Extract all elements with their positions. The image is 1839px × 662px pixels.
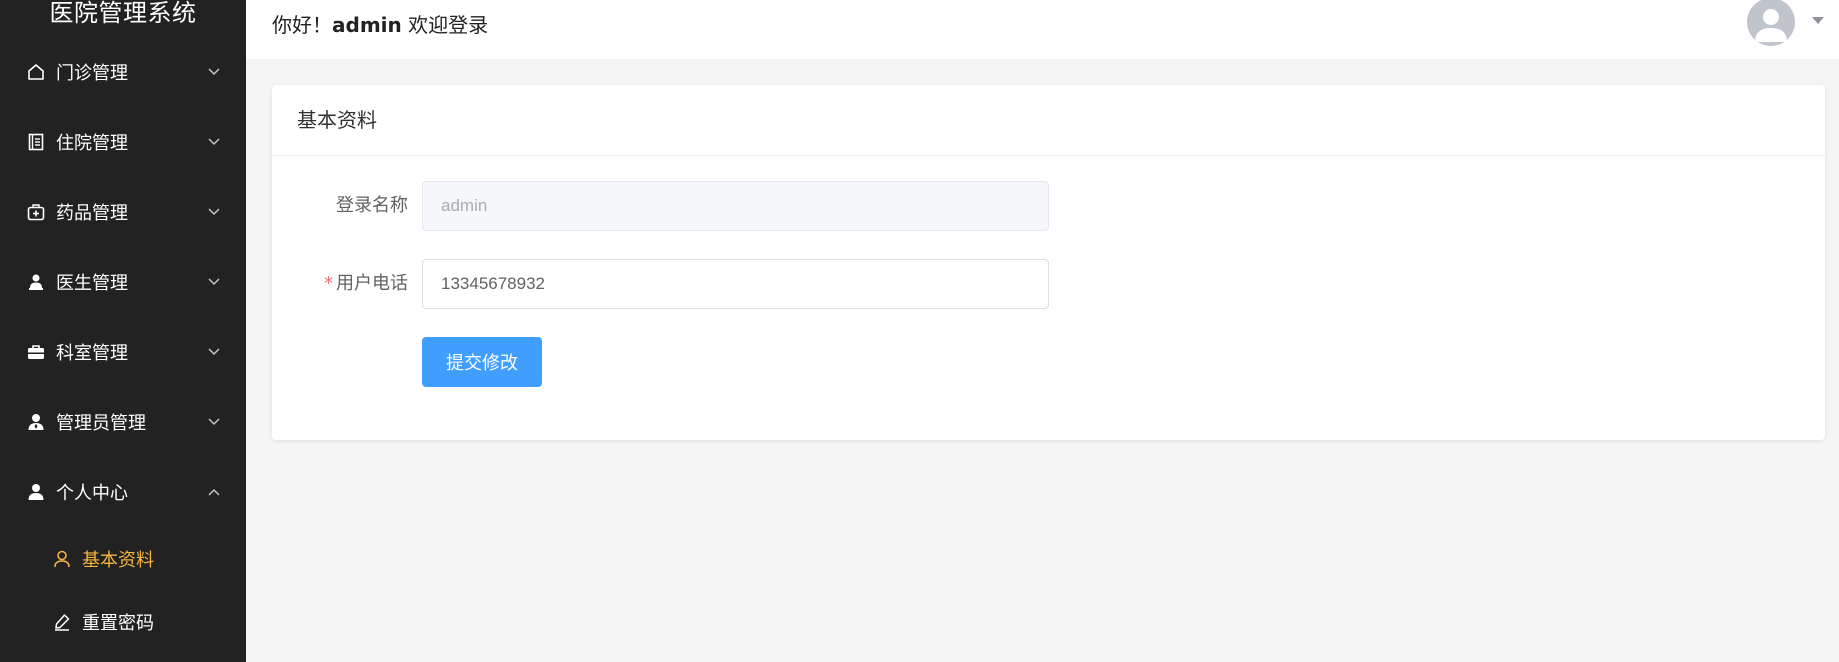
chevron-down-icon xyxy=(208,136,220,148)
sidebar-item-label: 医生管理 xyxy=(56,273,128,294)
sidebar-item-personal-center[interactable]: 个人中心 xyxy=(0,457,246,527)
avatar[interactable] xyxy=(1747,0,1795,46)
document-icon xyxy=(26,132,46,152)
doctor-icon xyxy=(26,272,46,292)
home-icon xyxy=(26,62,46,82)
phone-label: * 用户电话 xyxy=(272,259,408,309)
phone-row: * 用户电话 xyxy=(272,259,1825,309)
basic-info-card: 基本资料 登录名称 *用户电话 提交修改 xyxy=(272,85,1825,440)
login-name-field[interactable] xyxy=(422,181,1049,231)
submit-button[interactable]: 提交修改 xyxy=(422,337,542,387)
admin-user-icon xyxy=(26,412,46,432)
greeting-suffix: 欢迎登录 xyxy=(401,13,489,37)
greeting-prefix: 你好！ xyxy=(272,13,332,37)
chevron-down-icon xyxy=(208,416,220,428)
username: admin xyxy=(332,13,402,37)
chevron-down-icon xyxy=(208,206,220,218)
top-header: 你好！admin 欢迎登录 xyxy=(246,0,1839,59)
phone-field[interactable] xyxy=(422,259,1049,309)
chevron-down-icon xyxy=(208,66,220,78)
sidebar-item-label: 药品管理 xyxy=(56,203,128,224)
chevron-down-icon xyxy=(208,346,220,358)
sidebar-subitem-reset-password[interactable]: 重置密码 xyxy=(0,590,246,653)
sidebar-item-department[interactable]: 科室管理 xyxy=(0,317,246,387)
briefcase-icon xyxy=(26,342,46,362)
user-outline-icon xyxy=(52,549,72,569)
sidebar-item-label: 科室管理 xyxy=(56,343,128,364)
medicine-kit-icon xyxy=(26,202,46,222)
caret-down-icon[interactable] xyxy=(1812,17,1824,24)
edit-pen-icon xyxy=(52,612,72,632)
welcome-message: 你好！admin 欢迎登录 xyxy=(272,9,488,38)
sidebar-item-label: 管理员管理 xyxy=(56,413,146,434)
sidebar: 医院管理系统 门诊管理 住院管理 药品管理 医生管理 科室管理 管理员管理 个人… xyxy=(0,0,246,662)
sidebar-menu: 门诊管理 住院管理 药品管理 医生管理 科室管理 管理员管理 个人中心 基本资料… xyxy=(0,37,246,653)
sidebar-item-admin[interactable]: 管理员管理 xyxy=(0,387,246,457)
user-avatar-icon xyxy=(1755,9,1787,42)
sidebar-subitem-label: 基本资料 xyxy=(82,549,154,571)
sidebar-subitem-label: 重置密码 xyxy=(82,612,154,634)
sidebar-subitem-basic-info[interactable]: 基本资料 xyxy=(0,527,246,590)
login-name-label: 登录名称 xyxy=(336,195,408,216)
login-name-row: 登录名称 xyxy=(272,181,1825,231)
app-title: 医院管理系统 xyxy=(49,0,197,27)
sidebar-item-label: 门诊管理 xyxy=(56,63,128,84)
sidebar-item-inpatient[interactable]: 住院管理 xyxy=(0,107,246,177)
required-mark: * xyxy=(324,273,333,294)
user-icon xyxy=(26,482,46,502)
card-title: 基本资料 xyxy=(272,85,1825,156)
sidebar-item-medicine[interactable]: 药品管理 xyxy=(0,177,246,247)
phone-label-text: 用户电话 xyxy=(336,273,408,294)
sidebar-item-outpatient[interactable]: 门诊管理 xyxy=(0,37,246,107)
sidebar-item-label: 个人中心 xyxy=(56,483,128,504)
chevron-down-icon xyxy=(208,276,220,288)
sidebar-item-label: 住院管理 xyxy=(56,133,128,154)
chevron-up-icon xyxy=(208,486,220,498)
sidebar-item-doctor[interactable]: 医生管理 xyxy=(0,247,246,317)
